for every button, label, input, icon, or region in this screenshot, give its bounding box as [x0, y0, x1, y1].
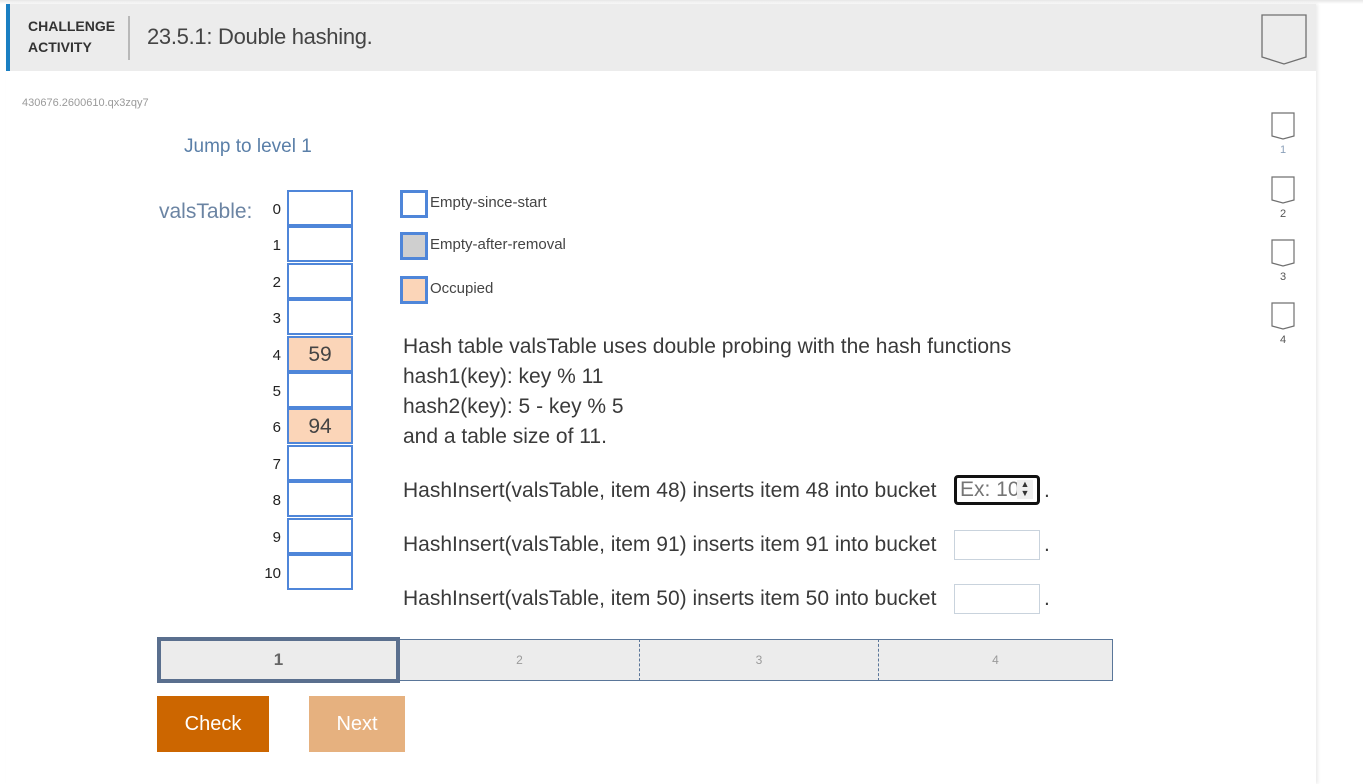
check-button[interactable]: Check — [157, 696, 269, 752]
level-badge-4[interactable]: 4 — [1268, 302, 1298, 346]
bucket-index: 5 — [272, 383, 281, 400]
activity-title: 23.5.1: Double hashing. — [147, 24, 373, 49]
bucket-cell — [287, 444, 353, 481]
legend-swatch — [400, 276, 428, 304]
activity-id: 430676.2600610.qx3zqy7 — [22, 97, 149, 109]
level-tab-2[interactable]: 2 — [400, 639, 639, 681]
legend-label: Empty-since-start — [430, 194, 547, 211]
pentagon-badge-icon — [1271, 176, 1295, 204]
level-badge-label: 3 — [1279, 271, 1287, 283]
header-divider — [128, 16, 130, 60]
level-tab-4[interactable]: 4 — [878, 639, 1113, 681]
pentagon-badge-icon — [1271, 112, 1295, 140]
question-3-text: HashInsert(valsTable, item 50) inserts i… — [403, 587, 937, 610]
period: . — [1044, 479, 1050, 502]
period: . — [1044, 533, 1050, 556]
bucket-index: 0 — [272, 201, 281, 218]
activity-type-label: CHALLENGE ACTIVITY — [28, 16, 115, 58]
number-spinner-icon[interactable]: ▲ ▼ — [1017, 480, 1033, 499]
question-2-text: HashInsert(valsTable, item 91) inserts i… — [403, 533, 937, 556]
description-line: and a table size of 11. — [403, 425, 607, 448]
pentagon-badge-icon — [1271, 239, 1295, 267]
bucket-cell — [287, 554, 353, 590]
level-badge-2[interactable]: 2 — [1268, 176, 1298, 220]
activity-type-line1: CHALLENGE — [28, 18, 116, 34]
level-badge-3[interactable]: 3 — [1268, 239, 1298, 283]
bucket-index: 7 — [272, 455, 281, 473]
bucket-cell — [287, 262, 353, 299]
level-badge-label: 2 — [1279, 208, 1287, 220]
bucket-answer-input-2[interactable] — [954, 530, 1040, 560]
bucket-index: 2 — [272, 273, 281, 291]
jump-to-level-link[interactable]: Jump to level 1 — [184, 136, 312, 158]
bucket-cell: 94 — [287, 408, 353, 445]
bucket-index: 8 — [272, 492, 281, 510]
bucket-cell — [287, 226, 353, 263]
activity-header: CHALLENGE ACTIVITY 23.5.1: Double hashin… — [6, 4, 1316, 71]
legend-swatch — [400, 190, 428, 218]
pentagon-badge-icon — [1271, 302, 1295, 330]
description-line: hash2(key): 5 - key % 5 — [403, 395, 624, 418]
bucket-cell — [287, 372, 353, 408]
challenge-activity-card: CHALLENGE ACTIVITY 23.5.1: Double hashin… — [6, 4, 1316, 784]
bucket-index: 6 — [272, 419, 281, 437]
bucket-index: 1 — [272, 237, 281, 255]
legend-label: Occupied — [430, 280, 494, 297]
bucket-cell — [287, 299, 353, 336]
level-badge-label: 4 — [1279, 334, 1287, 346]
bucket-index: 4 — [272, 346, 281, 364]
bucket-answer-input-3[interactable] — [954, 584, 1040, 614]
bucket-index: 3 — [272, 310, 281, 328]
level-badge-1[interactable]: 1 — [1268, 112, 1298, 156]
level-tab-3[interactable]: 3 — [639, 639, 878, 681]
bucket-cell — [287, 481, 353, 518]
bucket-cell: 59 — [287, 335, 353, 372]
level-badge-label: 1 — [1279, 144, 1287, 156]
description-line: Hash table valsTable uses double probing… — [403, 335, 1012, 358]
completion-badge-icon — [1261, 14, 1307, 66]
bucket-index: 9 — [272, 528, 281, 546]
description-line: hash1(key): key % 11 — [403, 365, 604, 388]
legend-label: Empty-after-removal — [430, 236, 566, 253]
bucket-cell — [287, 190, 353, 226]
bucket-cell — [287, 517, 353, 554]
question-1-text: HashInsert(valsTable, item 48) inserts i… — [403, 479, 937, 502]
problem-description: Hash table valsTable uses double probing… — [403, 332, 1011, 452]
bucket-index: 10 — [264, 565, 281, 582]
activity-type-line2: ACTIVITY — [28, 39, 92, 55]
next-button[interactable]: Next — [309, 696, 405, 752]
period: . — [1044, 587, 1050, 610]
level-tab-1[interactable]: 1 — [157, 637, 400, 683]
level-progress-bar: 1 2 3 4 — [157, 637, 1113, 683]
table-name-label: valsTable: — [159, 200, 253, 223]
legend-swatch — [400, 232, 428, 260]
